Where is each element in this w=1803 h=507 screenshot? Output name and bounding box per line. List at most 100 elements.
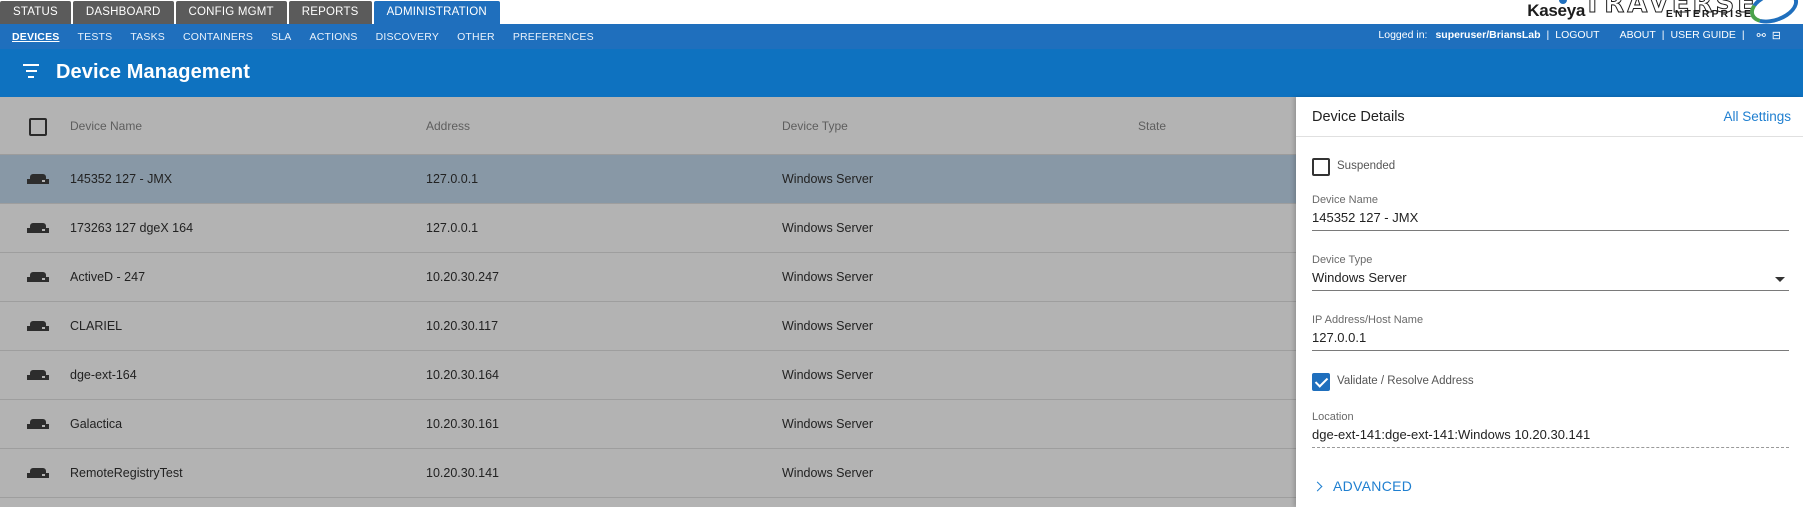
dropdown-arrow-icon (1775, 277, 1785, 282)
subtab-sla[interactable]: SLA (262, 24, 300, 49)
traverse-swirl-icon (1745, 0, 1803, 24)
top-bar: STATUS DASHBOARD CONFIG MGMT REPORTS ADM… (0, 0, 1803, 24)
validate-address-label: Validate / Resolve Address (1337, 375, 1474, 387)
select-all-checkbox[interactable] (29, 118, 47, 136)
link-icon[interactable]: ⚯ (1757, 29, 1766, 42)
column-header-device-type[interactable]: Device Type (782, 119, 848, 133)
subtab-discovery[interactable]: DISCOVERY (367, 24, 448, 49)
sub-tabs: DEVICES TESTS TASKS CONTAINERS SLA ACTIO… (3, 24, 603, 49)
device-type-select[interactable]: Windows Server (1312, 270, 1789, 291)
server-icon (27, 468, 49, 478)
tab-dashboard[interactable]: DASHBOARD (72, 1, 174, 24)
ip-address-label: IP Address/Host Name (1312, 314, 1424, 326)
main-tabs: STATUS DASHBOARD CONFIG MGMT REPORTS ADM… (0, 1, 502, 24)
separator: | (1546, 29, 1550, 41)
table-row[interactable]: 173263 127 dgeX 164 127.0.0.1 Windows Se… (0, 204, 1296, 253)
device-name-input[interactable]: 145352 127 - JMX (1312, 210, 1789, 231)
table-row[interactable]: RemoteRegistryTest 10.20.30.141 Windows … (0, 449, 1296, 498)
device-name-cell: 173263 127 dgeX 164 (70, 221, 194, 235)
address-cell: 10.20.30.161 (426, 417, 499, 431)
all-settings-link[interactable]: All Settings (1723, 109, 1791, 124)
address-cell: 10.20.30.117 (426, 319, 499, 333)
address-cell: 127.0.0.1 (426, 221, 479, 235)
table-row[interactable]: 145352 127 - JMX 127.0.0.1 Windows Serve… (0, 155, 1296, 204)
separator: | (1661, 29, 1665, 41)
chevron-right-icon (1312, 481, 1323, 491)
device-name-cell: CLARIEL (70, 319, 123, 333)
enterprise-logo-text: ENTERPRISE (1665, 8, 1753, 20)
ip-address-field: IP Address/Host Name 127.0.0.1 (1312, 314, 1789, 351)
address-cell: 10.20.30.247 (426, 270, 499, 284)
suspended-label: Suspended (1337, 160, 1396, 172)
column-header-device-name[interactable]: Device Name (70, 119, 142, 133)
device-name-cell: dge-ext-164 (70, 368, 137, 382)
device-name-cell: Galactica (70, 417, 123, 431)
separator: | (1741, 29, 1745, 41)
panel-header: Device Details All Settings (1296, 97, 1803, 137)
device-type-cell: Windows Server (782, 319, 873, 333)
user-guide-link[interactable]: USER GUIDE (1670, 29, 1735, 41)
tab-administration[interactable]: ADMINISTRATION (373, 1, 500, 24)
logout-link[interactable]: LOGOUT (1555, 29, 1599, 41)
filter-icon[interactable] (21, 64, 41, 82)
subtab-devices[interactable]: DEVICES (3, 24, 69, 49)
server-icon (27, 174, 49, 184)
device-type-value: Windows Server (1312, 270, 1407, 285)
subtab-actions[interactable]: ACTIONS (301, 24, 367, 49)
device-table: Device Name Address Device Type State 14… (0, 97, 1296, 507)
about-link[interactable]: ABOUT (1620, 29, 1656, 41)
device-type-cell: Windows Server (782, 466, 873, 480)
device-type-cell: Windows Server (782, 368, 873, 382)
server-icon (27, 321, 49, 331)
location-field: Location dge-ext-141:dge-ext-141:Windows… (1312, 411, 1789, 448)
column-header-state[interactable]: State (1138, 119, 1166, 133)
location-value: dge-ext-141:dge-ext-141:Windows 10.20.30… (1312, 427, 1789, 448)
table-row[interactable]: Galactica 10.20.30.161 Windows Server (0, 400, 1296, 449)
address-cell: 10.20.30.164 (426, 368, 499, 382)
device-type-cell: Windows Server (782, 270, 873, 284)
device-name-cell: 145352 127 - JMX (70, 172, 173, 186)
tab-config-mgmt[interactable]: CONFIG MGMT (175, 1, 287, 24)
logged-in-label: Logged in: (1378, 29, 1428, 41)
device-details-panel: Device Details All Settings Suspended De… (1296, 97, 1803, 507)
advanced-toggle[interactable]: ADVANCED (1312, 478, 1412, 494)
table-row[interactable]: dge-ext-164 10.20.30.164 Windows Server (0, 351, 1296, 400)
subtab-preferences[interactable]: PREFERENCES (504, 24, 603, 49)
device-name-cell: ActiveD - 247 (70, 270, 146, 284)
user-bar: Logged in: superuser/BriansLab | LOGOUT … (1378, 24, 1781, 46)
location-label: Location (1312, 411, 1354, 423)
server-icon (27, 370, 49, 380)
suspended-checkbox[interactable] (1312, 158, 1330, 176)
kaseya-logo-text: Kaseya (1527, 1, 1585, 20)
column-header-address[interactable]: Address (426, 119, 470, 133)
advanced-label: ADVANCED (1333, 478, 1413, 494)
page-title: Device Management (56, 61, 250, 83)
tab-status[interactable]: STATUS (0, 1, 71, 24)
username: superuser/BriansLab (1435, 29, 1541, 41)
address-cell: 127.0.0.1 (426, 172, 479, 186)
subtab-tests[interactable]: TESTS (69, 24, 122, 49)
subtab-containers[interactable]: CONTAINERS (174, 24, 262, 49)
device-type-cell: Windows Server (782, 172, 873, 186)
validate-address-checkbox[interactable] (1312, 373, 1330, 391)
device-type-cell: Windows Server (782, 417, 873, 431)
device-type-cell: Windows Server (782, 221, 873, 235)
sub-nav: DEVICES TESTS TASKS CONTAINERS SLA ACTIO… (0, 24, 1803, 49)
table-row[interactable]: CLARIEL 10.20.30.117 Windows Server (0, 302, 1296, 351)
document-icon[interactable]: ⊟ (1772, 29, 1781, 42)
table-header: Device Name Address Device Type State (0, 97, 1296, 155)
server-icon (27, 223, 49, 233)
panel-title: Device Details (1312, 109, 1405, 125)
table-row[interactable]: ActiveD - 247 10.20.30.247 Windows Serve… (0, 253, 1296, 302)
device-type-label: Device Type (1312, 254, 1373, 266)
page-header: Device Management (0, 49, 1803, 97)
tab-reports[interactable]: REPORTS (288, 1, 372, 24)
ip-address-input[interactable]: 127.0.0.1 (1312, 330, 1789, 351)
subtab-tasks[interactable]: TASKS (121, 24, 174, 49)
device-name-cell: RemoteRegistryTest (70, 466, 183, 480)
device-name-label: Device Name (1312, 194, 1379, 206)
address-cell: 10.20.30.141 (426, 466, 499, 480)
subtab-other[interactable]: OTHER (448, 24, 504, 49)
server-icon (27, 272, 49, 282)
brand-logo: Kaseya TRAVERSE ENTERPRISE (1503, 0, 1803, 24)
